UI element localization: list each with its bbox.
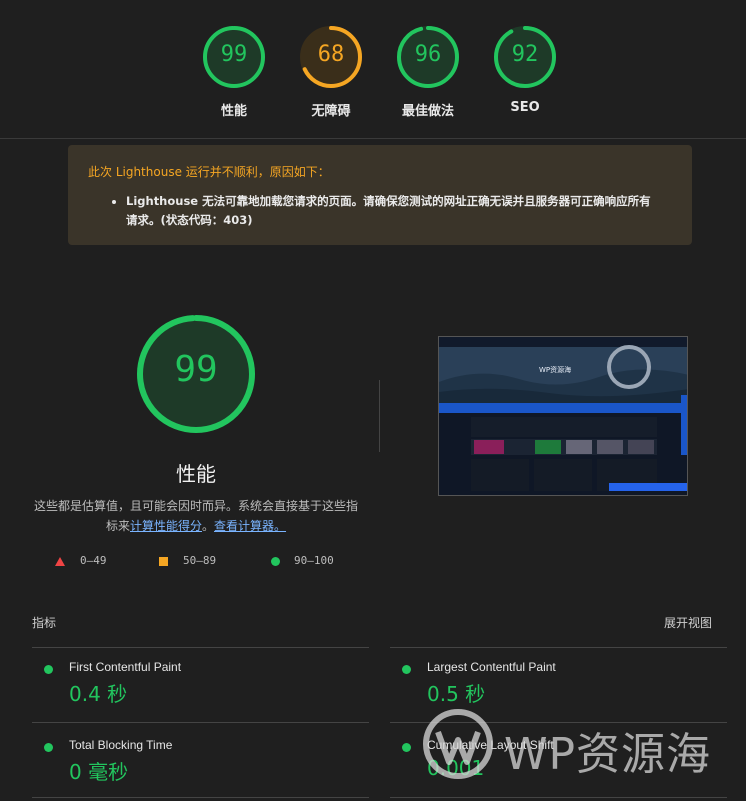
good-status-icon	[44, 665, 53, 674]
calc-score-link[interactable]: 计算性能得分	[130, 519, 202, 533]
warning-item: Lighthouse 无法可靠地加载您请求的页面。请确保您测试的网址正确无误并且…	[126, 192, 672, 230]
score-value: 92	[511, 42, 539, 67]
legend-text: 50–89	[183, 554, 217, 567]
triangle-icon	[55, 557, 65, 566]
score-gauge-seo[interactable]: 92 SEO	[485, 24, 565, 115]
vertical-divider	[379, 380, 380, 452]
score-label: 无障碍	[311, 104, 351, 119]
score-summary-bar: 99 性能 68 无障碍 96 最佳做法 92 SEO	[0, 0, 746, 139]
warning-title: 此次 Lighthouse 运行并不顺利，原因如下：	[88, 165, 330, 179]
desc-line1: 这些都是估算值，且可能会因时而异。系统会直接基于这些指	[33, 499, 358, 513]
wordpress-logo-icon	[423, 709, 493, 779]
website-preview	[439, 337, 687, 491]
legend-text: 90–100	[294, 554, 334, 567]
metric-name: Largest Contentful Paint	[427, 660, 556, 674]
metrics-header: 指标	[32, 616, 57, 630]
view-calculator-link[interactable]: 查看计算器。	[214, 519, 286, 533]
score-gauge-accessibility[interactable]: 68 无障碍	[291, 24, 371, 119]
site-title: WP资源海	[539, 366, 572, 374]
metric-value: 0.4 秒	[69, 682, 128, 706]
performance-score: 99	[174, 349, 218, 390]
metric-value: 0.5 秒	[427, 682, 486, 706]
performance-title: 性能	[176, 462, 216, 486]
warning-item-line1: Lighthouse 无法可靠地加载您请求的页面。请确保您测试的网址正确无误并且…	[126, 194, 651, 208]
score-value: 68	[317, 42, 345, 67]
metric-name: First Contentful Paint	[69, 660, 182, 674]
score-label: SEO	[510, 100, 540, 115]
good-status-icon	[44, 743, 53, 752]
desc-sep: 。	[202, 519, 215, 533]
watermark-text: WP资源海	[504, 729, 712, 780]
expand-view-toggle[interactable]: 展开视图	[664, 614, 712, 631]
score-label: 性能	[220, 104, 247, 119]
score-value: 99	[220, 42, 248, 67]
divider	[32, 722, 369, 723]
watermark-logo: WP资源海	[418, 706, 740, 782]
score-gauge-best-practices[interactable]: 96 最佳做法	[388, 24, 468, 119]
performance-description: 这些都是估算值，且可能会因时而异。系统会直接基于这些指 标来计算性能得分。查看计…	[30, 496, 362, 536]
divider	[390, 797, 727, 798]
good-status-icon	[402, 665, 411, 674]
score-value: 96	[414, 42, 442, 67]
warning-item-line2: 请求。(状态代码：403)	[126, 213, 253, 227]
desc-line2-prefix: 标来	[105, 519, 130, 533]
legend-text: 0–49	[80, 554, 107, 567]
divider	[32, 647, 369, 648]
final-screenshot-thumbnail[interactable]: WP资源海	[438, 336, 688, 496]
score-gauge-performance[interactable]: 99 性能	[194, 24, 274, 119]
metric-value: 0 毫秒	[69, 760, 129, 784]
divider	[390, 647, 727, 648]
metric-name: Total Blocking Time	[69, 738, 173, 752]
circle-icon	[271, 557, 280, 566]
lighthouse-report: 99 性能 68 无障碍 96 最佳做法 92 SEO 此次 Lighthous…	[0, 0, 746, 801]
score-label: 最佳做法	[401, 104, 454, 119]
good-status-icon	[402, 743, 411, 752]
divider	[32, 797, 369, 798]
runtime-warning-box: 此次 Lighthouse 运行并不顺利，原因如下： Lighthouse 无法…	[68, 145, 692, 245]
square-icon	[159, 557, 168, 566]
performance-gauge-large: 99	[135, 313, 257, 435]
warning-list: Lighthouse 无法可靠地加载您请求的页面。请确保您测试的网址正确无误并且…	[88, 192, 672, 230]
